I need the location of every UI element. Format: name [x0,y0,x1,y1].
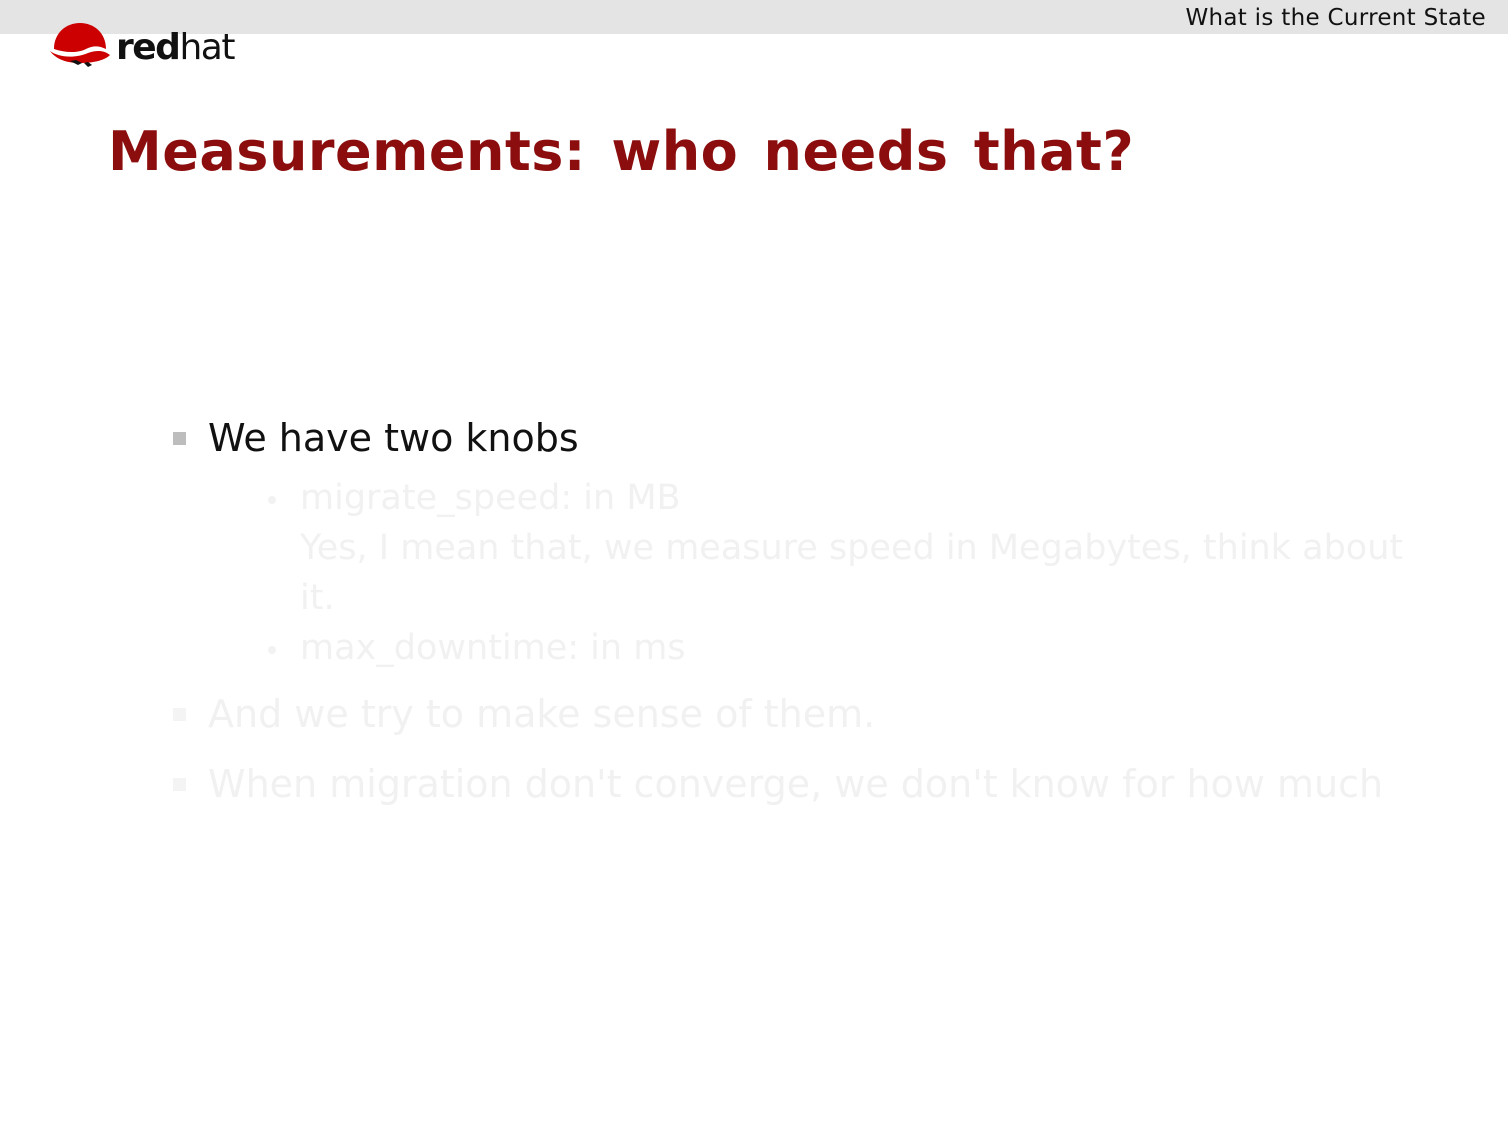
bullet-marker [173,778,186,791]
section-label: What is the Current State [1185,5,1486,31]
bullet-item: We have two knobs [208,416,579,460]
sub-bullet-item-continuation: Yes, I mean that, we measure speed in Me… [300,528,1404,568]
sub-bullet-marker [268,496,276,504]
sub-bullet-item: migrate_speed: in MB [300,478,681,518]
bullet-item: And we try to make sense of them. [208,692,876,736]
sub-bullet-marker [268,646,276,654]
slide-title: Measurements: who needs that? [108,120,1135,183]
logo-word-bold: red [116,26,181,68]
bullet-item: When migration don't converge, we don't … [208,762,1384,806]
sub-bullet-item-continuation: it. [300,578,335,618]
logo-word-light: hat [179,26,235,68]
bullet-marker [173,432,186,445]
sub-bullet-item: max_downtime: in ms [300,628,686,668]
logo-wordmark: redhat [116,26,235,68]
redhat-logo: redhat [48,18,235,70]
bullet-marker [173,708,186,721]
shadowman-hat-icon [50,23,110,67]
